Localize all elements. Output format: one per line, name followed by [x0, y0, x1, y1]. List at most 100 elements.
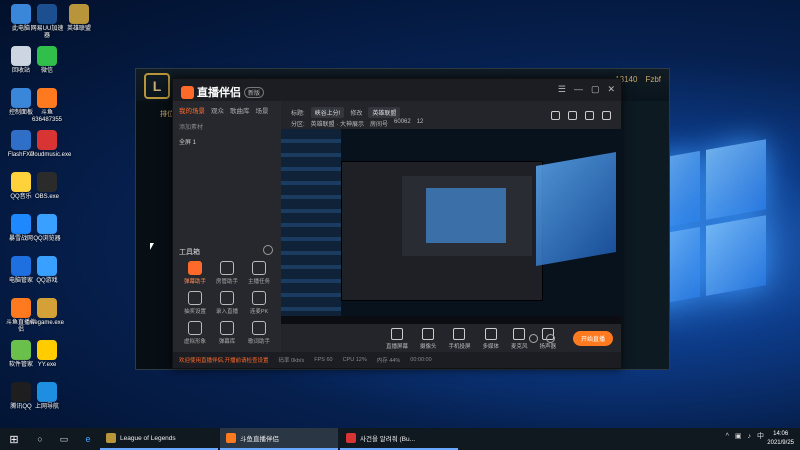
scene-tabs: 我的场景 观众 歌曲库 场景	[173, 101, 281, 119]
start-button[interactable]: ⊞	[0, 433, 28, 446]
desktop-icon[interactable]: wegame.exe	[30, 298, 64, 327]
desktop-icon[interactable]: 英雄联盟	[62, 4, 96, 33]
search-icon[interactable]: ○	[28, 428, 52, 450]
source-control-button[interactable]: 直播屏幕	[386, 328, 408, 352]
ime-icon[interactable]: 中	[757, 431, 764, 441]
toolbox-settings-icon[interactable]	[263, 245, 273, 255]
title-label: 标题:	[291, 111, 305, 117]
desktop-icon-label: 英雄联盟	[66, 26, 91, 32]
maximize-icon[interactable]: ▢	[591, 84, 600, 95]
summoner-name[interactable]: Fzbf	[645, 75, 661, 84]
desktop-icon[interactable]: cloudmusic.exe	[30, 130, 71, 159]
scene-tab[interactable]: 场景	[256, 105, 269, 115]
source-control-icon	[390, 328, 403, 340]
chevron-up-icon[interactable]: ^	[726, 433, 729, 440]
source-control-label: 手机投屏	[448, 344, 471, 350]
desktop-icon[interactable]: QQ游戏	[30, 256, 64, 285]
volume-icon[interactable]: ♪	[748, 433, 752, 440]
task-view-icon[interactable]: ▭	[52, 428, 76, 450]
taskbar-clock[interactable]: 14:06 2021/9/25	[767, 430, 794, 448]
league-sidebar	[136, 101, 174, 369]
desktop-icon[interactable]: YY.exe	[30, 340, 64, 369]
desktop-icon-label: wegame.exe	[30, 320, 65, 326]
app-icon	[11, 88, 31, 108]
taskbar-app-label: 斗鱼直播伴侣	[240, 436, 279, 443]
desktop-icon-label: 上网导航	[34, 404, 59, 410]
bell-icon[interactable]	[602, 111, 611, 120]
scene-tab[interactable]: 我的场景	[179, 105, 205, 115]
source-control-label: 摄像头	[419, 344, 437, 350]
tool-icon	[252, 321, 266, 335]
add-source-button[interactable]: 添加素材	[173, 119, 281, 134]
taskbar-app[interactable]: 사건을 알려줘 (Bu...	[340, 428, 458, 450]
stream-info-bar: 标题: 峡谷上分! 修改 英雄联盟 分区: 英雄联盟 · 大神展示 房间号 60…	[281, 101, 621, 129]
tool-label: 连麦PK	[249, 309, 269, 315]
version-badge[interactable]: 新版	[244, 86, 265, 98]
source-control-button[interactable]: 多媒体	[483, 328, 499, 352]
scene-tab[interactable]: 歌曲库	[230, 105, 250, 115]
preview-desktop	[281, 129, 341, 324]
close-icon[interactable]: ✕	[607, 84, 615, 95]
share-icon[interactable]	[585, 111, 594, 120]
area-value: 英雄联盟 · 大神展示	[310, 122, 365, 128]
source-control-button[interactable]: 手机投屏	[448, 328, 471, 352]
settings-icon[interactable]	[546, 334, 555, 343]
tool-icon	[220, 261, 234, 275]
category-pill[interactable]: 英雄联盟	[368, 107, 401, 118]
app-title: 直播伴侣	[197, 87, 241, 99]
tool-button[interactable]: 弹幕库	[211, 321, 243, 345]
desktop-icon-label: YY.exe	[37, 362, 57, 368]
tool-label: 歌词助手	[247, 339, 270, 345]
desktop-icon-label: 微信	[40, 68, 53, 74]
menu-icon[interactable]: ☰	[558, 84, 566, 95]
taskbar-app-label: League of Legends	[120, 434, 176, 442]
edit-title-button[interactable]: 修改	[350, 108, 362, 117]
desktop-icon[interactable]: 网易UU加速器	[30, 4, 64, 40]
gift-icon[interactable]	[551, 111, 560, 120]
source-controls: 直播屏幕 摄像头 手机投屏 多媒体 麦克风 扬声器	[281, 324, 621, 352]
source-control-label: 扬声器	[539, 344, 557, 350]
desktop-icon[interactable]: OBS.exe	[30, 172, 64, 201]
stream-app-window[interactable]: 直播伴侣 新版 ☰ — ▢ ✕ 我的场景 观众 歌曲库 场景 添加素材 全屏 1 工具…	[172, 78, 622, 369]
desktop-icon[interactable]: 斗鱼 636487355	[30, 88, 64, 124]
desktop-icon[interactable]: 上网导航	[30, 382, 64, 411]
record-icon[interactable]	[529, 334, 538, 343]
tool-button[interactable]: 连麦PK	[243, 291, 275, 315]
taskbar-app-icon	[226, 433, 236, 443]
tool-button[interactable]: 歌词助手	[243, 321, 275, 345]
stream-title[interactable]: 峡谷上分!	[310, 107, 345, 118]
taskbar-app[interactable]: 斗鱼直播伴侣	[220, 428, 338, 450]
stream-preview[interactable]	[281, 129, 621, 324]
grid-icon[interactable]	[568, 111, 577, 120]
league-logo-icon[interactable]: L	[144, 73, 170, 99]
network-icon[interactable]: ▣	[735, 432, 742, 440]
desktop-icon[interactable]: 微信	[30, 46, 64, 75]
tool-label: 虚拟形象	[183, 339, 206, 345]
scene-item[interactable]: 全屏 1	[173, 134, 281, 149]
status-warning: 欢迎使用直播伴侣,开播前请检查设置	[179, 358, 269, 364]
taskbar-app[interactable]: League of Legends	[100, 428, 218, 450]
tool-icon	[220, 321, 234, 335]
minimize-icon[interactable]: —	[574, 84, 583, 95]
desktop-icon[interactable]: QQ浏览器	[30, 214, 64, 243]
tool-button[interactable]: 主播任务	[243, 261, 275, 285]
tool-label: 抽奖设置	[183, 309, 206, 315]
tool-button[interactable]: 虚拟形象	[179, 321, 211, 345]
start-live-button[interactable]: 开始直播	[572, 331, 613, 346]
edge-icon[interactable]: e	[76, 428, 100, 450]
app-icon	[69, 4, 89, 24]
desktop-icon-label: OBS.exe	[34, 194, 59, 200]
source-control-button[interactable]: 摄像头	[419, 328, 437, 352]
source-control-button[interactable]: 麦克风	[511, 328, 528, 352]
app-title-bar: 直播伴侣 新版 ☰ — ▢ ✕	[173, 79, 621, 101]
tool-button[interactable]: 录入直播	[211, 291, 243, 315]
scene-tab[interactable]: 观众	[211, 105, 224, 115]
tool-button[interactable]: 抽奖设置	[179, 291, 211, 315]
tool-icon	[252, 261, 266, 275]
tool-label: 主播任务	[247, 279, 270, 285]
tool-button[interactable]: 弹幕助手	[179, 261, 211, 285]
app-logo: 直播伴侣 新版	[181, 84, 265, 100]
toolbox-title: 工具箱	[179, 249, 200, 256]
app-logo-icon	[181, 85, 194, 99]
tool-button[interactable]: 房管助手	[211, 261, 243, 285]
